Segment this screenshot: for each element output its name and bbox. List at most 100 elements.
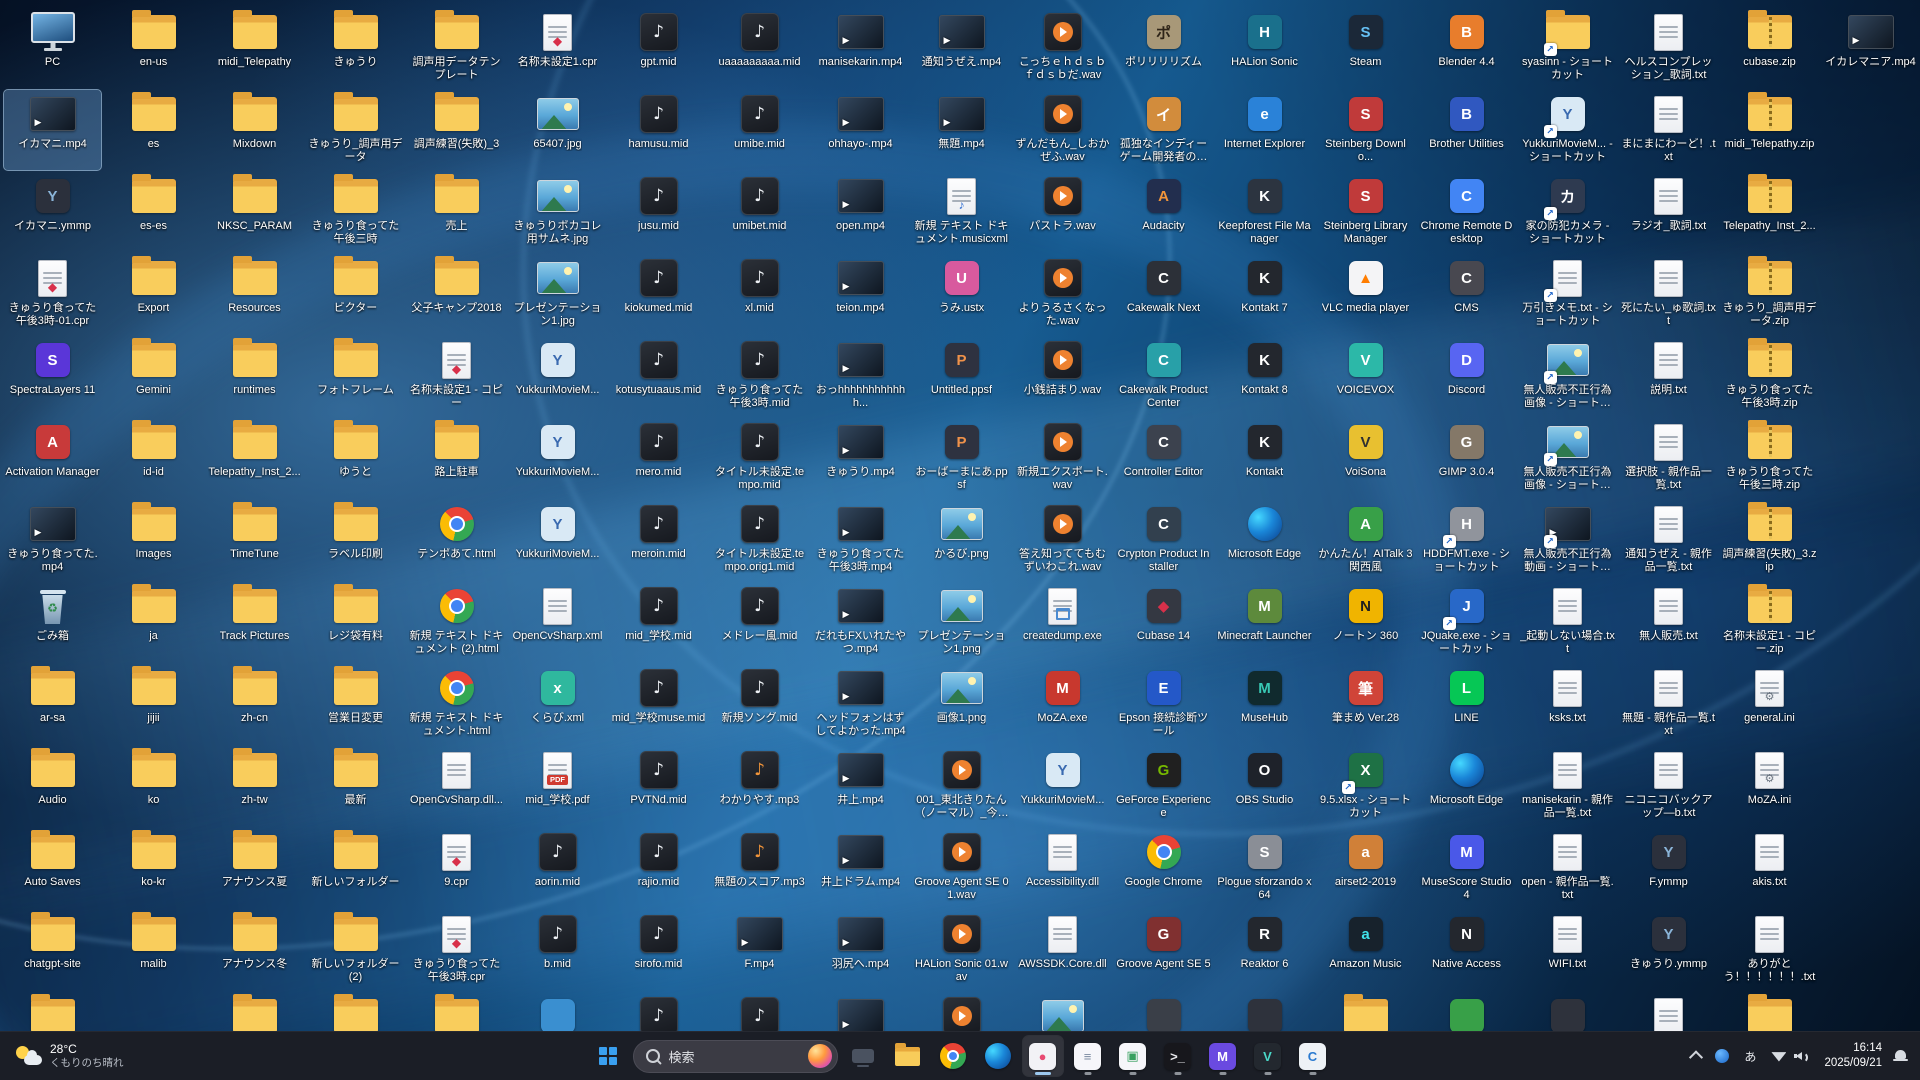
desktop-icon[interactable]: 新規 テキスト ドキュメント.html	[408, 664, 505, 744]
desktop-icon[interactable]: OOBS Studio	[1216, 746, 1313, 826]
copilot-icon[interactable]	[808, 1044, 832, 1068]
desktop-icon[interactable]: ▲VLC media player	[1317, 254, 1414, 334]
desktop-icon[interactable]: 通知うぜえ - 親作品一覧.txt	[1620, 500, 1717, 580]
desktop-icon[interactable]: きゅうりボカコレ用サムネ.jpg	[509, 172, 606, 252]
notification-bell-icon[interactable]	[1893, 1049, 1908, 1063]
taskbar-cevio[interactable]: C	[1293, 1036, 1333, 1076]
desktop-icon[interactable]: プレゼンテーション1.jpg	[509, 254, 606, 334]
desktop-icon[interactable]: OpenCvSharp.xml	[509, 582, 606, 662]
desktop-icon[interactable]: KKeepforest File Manager	[1216, 172, 1313, 252]
desktop-icon[interactable]: en-us	[105, 8, 202, 88]
desktop-icon[interactable]: ♪xl.mid	[711, 254, 808, 334]
desktop-icon[interactable]: レジ袋有料	[307, 582, 404, 662]
desktop-icon[interactable]: AWSSDK.Core.dll	[1014, 910, 1111, 990]
desktop-icon[interactable]: きゅうり_調声用データ	[307, 90, 404, 170]
desktop-icon[interactable]: ♪rajio.mid	[610, 828, 707, 908]
desktop-icon[interactable]: ♪無題のスコア.mp3	[711, 828, 808, 908]
desktop-icon[interactable]: _起動しない場合.txt	[1519, 582, 1616, 662]
desktop-icon[interactable]: Export	[105, 254, 202, 334]
desktop-icon[interactable]: es-es	[105, 172, 202, 252]
desktop-icon[interactable]: きゅうり食ってた午後3時.zip	[1721, 336, 1818, 416]
desktop-icon[interactable]: Mixdown	[206, 90, 303, 170]
desktop-icon[interactable]: SSpectraLayers 11	[4, 336, 101, 416]
desktop-icon[interactable]: 名称未設定1 - コピー.zip	[1721, 582, 1818, 662]
desktop-icon[interactable]: manisekarin - 親作品一覧.txt	[1519, 746, 1616, 826]
desktop-icon[interactable]: よりうるさくなった.wav	[1014, 254, 1111, 334]
desktop-icon[interactable]: ♪umibet.mid	[711, 172, 808, 252]
desktop-icon[interactable]: きゅうり食ってた午後三時	[307, 172, 404, 252]
desktop-icon[interactable]: PC	[4, 8, 101, 88]
desktop-icon[interactable]: AAudacity	[1115, 172, 1212, 252]
taskbar-notepad[interactable]: ≡	[1068, 1036, 1108, 1076]
desktop-icon[interactable]: YF.ymmp	[1620, 828, 1717, 908]
desktop-icon[interactable]: ohhayo-.mp4	[812, 90, 909, 170]
desktop-icon[interactable]: Gemini	[105, 336, 202, 416]
desktop-icon[interactable]: だれもFXいれたやつ.mp4	[812, 582, 909, 662]
desktop-icon[interactable]: TimeTune	[206, 500, 303, 580]
desktop-icon[interactable]: CCrypton Product Installer	[1115, 500, 1212, 580]
desktop-icon[interactable]: PUntitled.ppsf	[913, 336, 1010, 416]
desktop-icon[interactable]: MMinecraft Launcher	[1216, 582, 1313, 662]
desktop-icon[interactable]: ♪umibe.mid	[711, 90, 808, 170]
desktop-icon[interactable]: chatgpt-site	[4, 910, 101, 990]
desktop-icon[interactable]: Pおーばーまにあ.ppsf	[913, 418, 1010, 498]
desktop-icon[interactable]: HHALion Sonic	[1216, 8, 1313, 88]
desktop-icon[interactable]: ♪新規 テキスト ドキュメント.musicxml	[913, 172, 1010, 252]
desktop-icon[interactable]: ありがとう！！！！！！.txt	[1721, 910, 1818, 990]
desktop-icon[interactable]: 死にたい_ゅ歌詞.txt	[1620, 254, 1717, 334]
desktop-icon[interactable]: かるび.png	[913, 500, 1010, 580]
desktop-icon[interactable]: CCakewalk Next	[1115, 254, 1212, 334]
desktop-icon[interactable]: GGIMP 3.0.4	[1418, 418, 1515, 498]
desktop-icon[interactable]: 65407.jpg	[509, 90, 606, 170]
taskbar-voicevox[interactable]: V	[1248, 1036, 1288, 1076]
desktop-icon[interactable]: open.mp4	[812, 172, 909, 252]
desktop-icon[interactable]: xくらび.xml	[509, 664, 606, 744]
desktop-icon[interactable]: Images	[105, 500, 202, 580]
desktop-icon[interactable]: createdump.exe	[1014, 582, 1111, 662]
desktop-icon[interactable]: ゆうと	[307, 418, 404, 498]
desktop-icon[interactable]: PDFmid_学校.pdf	[509, 746, 606, 826]
desktop-icon[interactable]: YYukkuriMovieM...	[509, 418, 606, 498]
desktop-icon[interactable]: Uうみ.ustx	[913, 254, 1010, 334]
desktop-icon[interactable]: open - 親作品一覧.txt	[1519, 828, 1616, 908]
desktop-icon[interactable]: 路上駐車	[408, 418, 505, 498]
desktop-icon[interactable]: ko	[105, 746, 202, 826]
desktop-icon[interactable]: 最新	[307, 746, 404, 826]
desktop-icon[interactable]: アナウンス冬	[206, 910, 303, 990]
desktop-icon[interactable]: YYukkuriMovieM...	[509, 500, 606, 580]
desktop-icon[interactable]: KKontakt	[1216, 418, 1313, 498]
desktop-icon[interactable]: ♪meroin.mid	[610, 500, 707, 580]
desktop-icon[interactable]: ♪gpt.mid	[610, 8, 707, 88]
desktop-icon[interactable]: WIFI.txt	[1519, 910, 1616, 990]
desktop-icon[interactable]: 父子キャンプ2018	[408, 254, 505, 334]
desktop-icon[interactable]: 筆筆まめ Ver.28	[1317, 664, 1414, 744]
desktop-icon[interactable]: パストラ.wav	[1014, 172, 1111, 252]
desktop-icon[interactable]: RReaktor 6	[1216, 910, 1313, 990]
desktop-icon[interactable]: 調声練習(失敗)_3	[408, 90, 505, 170]
desktop-icon[interactable]: YYukkuriMovieM...	[509, 336, 606, 416]
tray-show-hidden-icons-button[interactable]	[1685, 1038, 1707, 1074]
desktop-icon[interactable]: aairset2-2019	[1317, 828, 1414, 908]
desktop-icon[interactable]: ja	[105, 582, 202, 662]
desktop-icon[interactable]: EEpson 接続診断ツール	[1115, 664, 1212, 744]
search-input[interactable]: 検索	[633, 1040, 838, 1073]
desktop-icon[interactable]: SSteinberg Library Manager	[1317, 172, 1414, 252]
desktop-icon[interactable]: MMuseHub	[1216, 664, 1313, 744]
clock-button[interactable]: 16:14 2025/09/21	[1818, 1041, 1888, 1071]
desktop-icon[interactable]: プレゼンテーション1.png	[913, 582, 1010, 662]
desktop-icon[interactable]: きゅうり_調声用データ.zip	[1721, 254, 1818, 334]
weather-widget-button[interactable]: 28°C くもりのち晴れ	[8, 1036, 132, 1076]
desktop-icon[interactable]: GGroove Agent SE 5	[1115, 910, 1212, 990]
desktop-icon[interactable]: ⚙MoZA.ini	[1721, 746, 1818, 826]
desktop-icon[interactable]: Yイカマニ.ymmp	[4, 172, 101, 252]
desktop-icon[interactable]: cubase.zip	[1721, 8, 1818, 88]
taskbar-terminal[interactable]: >_	[1158, 1036, 1198, 1076]
desktop-icon[interactable]: KKontakt 8	[1216, 336, 1313, 416]
desktop-icon[interactable]: NNative Access	[1418, 910, 1515, 990]
desktop-icon[interactable]: jijii	[105, 664, 202, 744]
desktop-icon[interactable]: 新しいフォルダー	[307, 828, 404, 908]
desktop-icon[interactable]: SSteam	[1317, 8, 1414, 88]
taskbar-office-app[interactable]: ▣	[1113, 1036, 1153, 1076]
desktop-icon[interactable]: Y↗YukkuriMovieM... - ショートカット	[1519, 90, 1616, 170]
desktop-icon[interactable]: aAmazon Music	[1317, 910, 1414, 990]
